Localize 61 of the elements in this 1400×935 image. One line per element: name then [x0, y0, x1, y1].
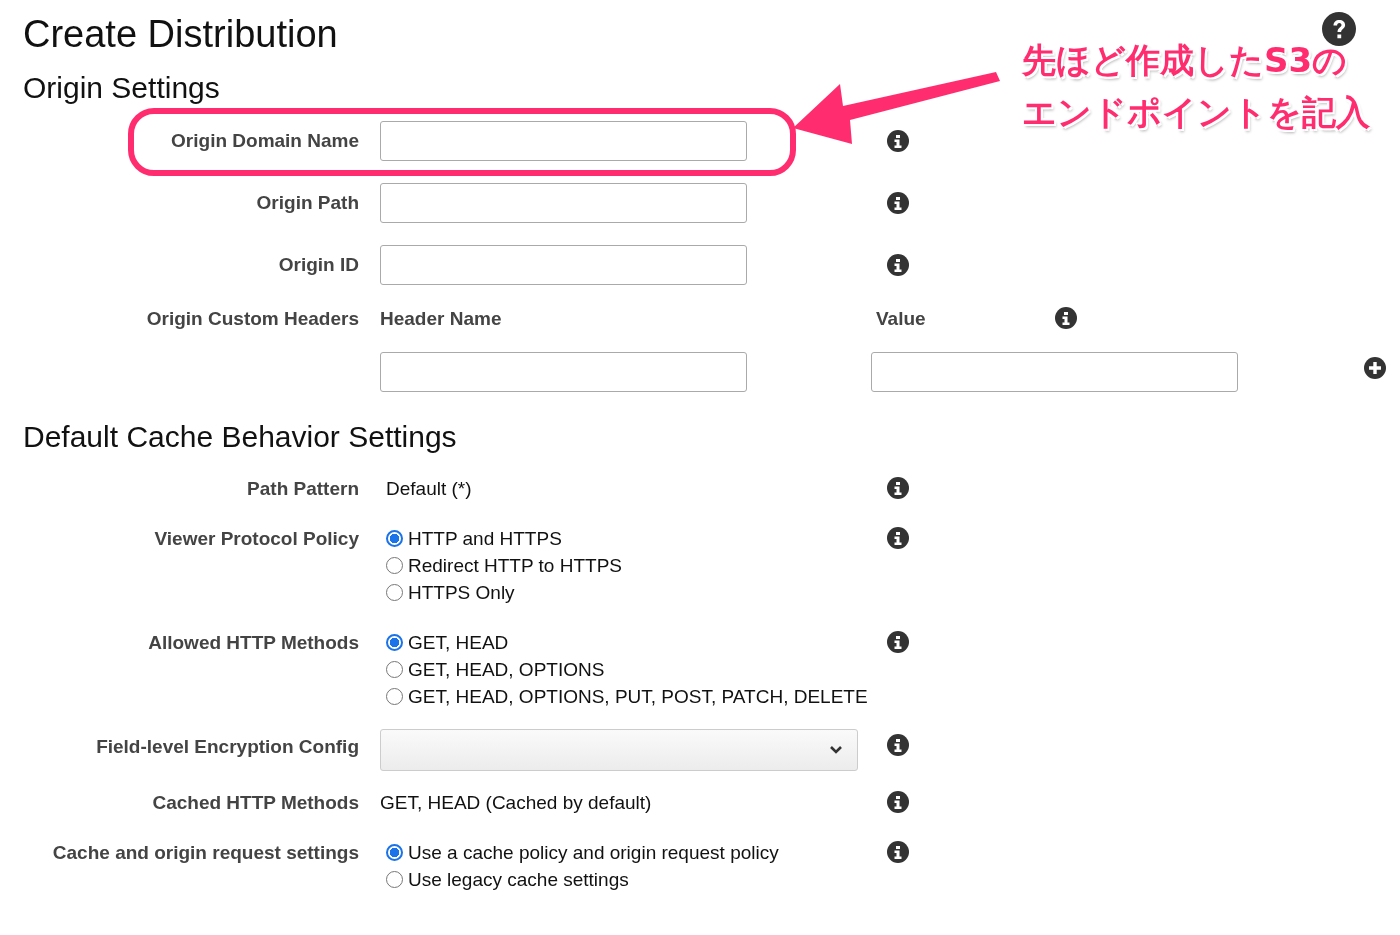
radio-option[interactable]: HTTP and HTTPS — [380, 525, 870, 552]
option-label: GET, HEAD — [408, 631, 509, 655]
info-icon[interactable] — [887, 527, 909, 549]
text-input[interactable] — [380, 121, 747, 161]
field-label: Field-level Encryption Config — [95, 735, 359, 759]
radio-option[interactable]: Use legacy cache settings — [380, 866, 870, 893]
option-label: HTTP and HTTPS — [408, 527, 562, 551]
field-label: Origin Custom Headers — [145, 307, 359, 331]
radio-button[interactable] — [386, 844, 403, 861]
option-label: Use a cache policy and origin request policy — [408, 841, 779, 865]
field-label: Allowed HTTP Methods — [147, 631, 359, 655]
option-label: HTTPS Only — [408, 581, 515, 605]
radio-button[interactable] — [386, 688, 403, 705]
info-icon[interactable] — [887, 734, 909, 756]
header-name-input[interactable] — [380, 352, 747, 392]
header-value-input[interactable] — [871, 352, 1238, 392]
info-icon[interactable] — [887, 477, 909, 499]
field-label: Origin Domain Name — [170, 129, 359, 153]
option-label: GET, HEAD, OPTIONS — [408, 658, 605, 682]
field-label: Path Pattern — [246, 477, 359, 501]
field-value: Default (*) — [386, 477, 472, 501]
radio-button[interactable] — [386, 634, 403, 651]
radio-button[interactable] — [386, 661, 403, 678]
annotation-text: エンドポイントを記入 — [1022, 91, 1370, 134]
section-heading: Origin Settings — [23, 70, 220, 106]
text-input[interactable] — [380, 245, 747, 285]
info-icon[interactable] — [887, 791, 909, 813]
radio-option[interactable]: HTTPS Only — [380, 579, 870, 606]
annotation-text: 先ほど作成したS3の — [1022, 39, 1349, 82]
info-icon[interactable] — [1055, 307, 1077, 329]
radio-option[interactable]: Use a cache policy and origin request policy — [380, 839, 870, 866]
option-label: GET, HEAD, OPTIONS, PUT, POST, PATCH, DELETE — [408, 685, 868, 709]
field-label: Cache and origin request settings — [51, 841, 359, 865]
chevron-down-icon — [829, 745, 843, 755]
info-icon[interactable] — [887, 631, 909, 653]
radio-button[interactable] — [386, 530, 403, 547]
info-icon[interactable] — [887, 254, 909, 276]
info-icon[interactable] — [887, 130, 909, 152]
text-input[interactable] — [380, 183, 747, 223]
add-icon[interactable] — [1364, 357, 1386, 379]
page-title: Create Distribution — [23, 12, 338, 56]
help-icon[interactable] — [1322, 12, 1356, 46]
info-icon[interactable] — [887, 192, 909, 214]
column-header: Header Name — [380, 307, 503, 331]
field-value: GET, HEAD (Cached by default) — [380, 791, 652, 815]
info-icon[interactable] — [887, 841, 909, 863]
column-header: Value — [876, 307, 927, 331]
radio-button[interactable] — [386, 871, 403, 888]
radio-button[interactable] — [386, 584, 403, 601]
option-label: Redirect HTTP to HTTPS — [408, 554, 622, 578]
section-heading: Default Cache Behavior Settings — [23, 419, 457, 455]
radio-option[interactable]: Redirect HTTP to HTTPS — [380, 552, 870, 579]
field-label: Viewer Protocol Policy — [153, 527, 359, 551]
field-label: Origin Path — [255, 191, 359, 215]
radio-option[interactable]: GET, HEAD, OPTIONS — [380, 656, 870, 683]
field-label: Origin ID — [277, 253, 359, 277]
field-label: Cached HTTP Methods — [151, 791, 359, 815]
radio-button[interactable] — [386, 557, 403, 574]
radio-option[interactable]: GET, HEAD, OPTIONS, PUT, POST, PATCH, DELETE — [380, 683, 870, 710]
option-label: Use legacy cache settings — [408, 868, 629, 892]
radio-option[interactable]: GET, HEAD — [380, 629, 870, 656]
